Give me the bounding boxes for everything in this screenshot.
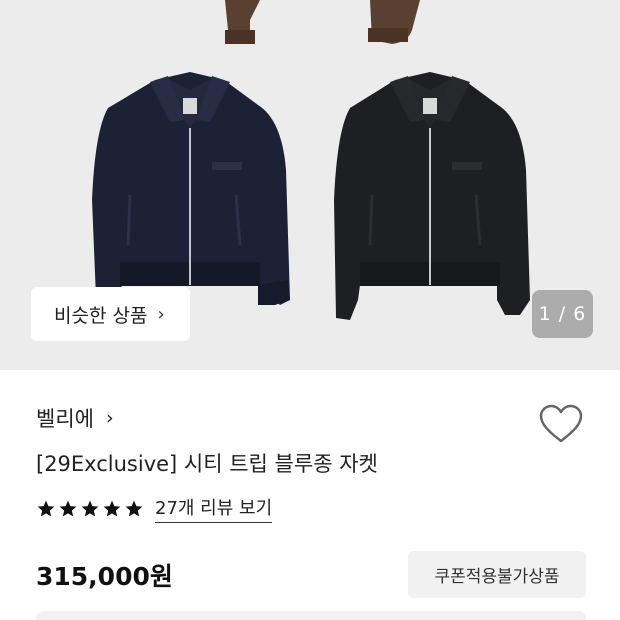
info-banner	[36, 611, 586, 620]
similar-products-button[interactable]: 비슷한 상품 ›	[31, 287, 190, 341]
brand-link[interactable]: 벨리에 ›	[36, 403, 114, 433]
star-icon	[103, 500, 121, 516]
navy-jacket	[92, 72, 290, 305]
product-image-gallery[interactable]: 비슷한 상품 › 1 / 6	[0, 0, 620, 370]
coupon-unavailable-badge: 쿠폰적용불가상품	[408, 551, 586, 598]
review-link[interactable]: 27개 리뷰 보기	[155, 494, 273, 523]
brown-jacket-hem	[215, 0, 420, 44]
star-icon	[125, 500, 143, 516]
image-counter: 1 / 6	[532, 290, 593, 338]
similar-products-label: 비슷한 상품	[54, 304, 148, 327]
product-title: [29Exclusive] 시티 트립 블루종 자켓	[36, 452, 378, 476]
rating-stars	[36, 499, 144, 519]
chevron-right-icon: ›	[157, 303, 165, 325]
chevron-right-icon: ›	[105, 407, 114, 429]
product-price: 315,000원	[36, 562, 173, 591]
star-icon	[81, 500, 99, 516]
wishlist-heart-icon[interactable]	[538, 403, 584, 445]
star-icon	[37, 500, 55, 516]
rating-row: 27개 리뷰 보기	[36, 494, 273, 523]
star-icon	[59, 500, 77, 516]
black-jacket	[334, 72, 530, 320]
brand-name: 벨리에	[36, 407, 94, 431]
